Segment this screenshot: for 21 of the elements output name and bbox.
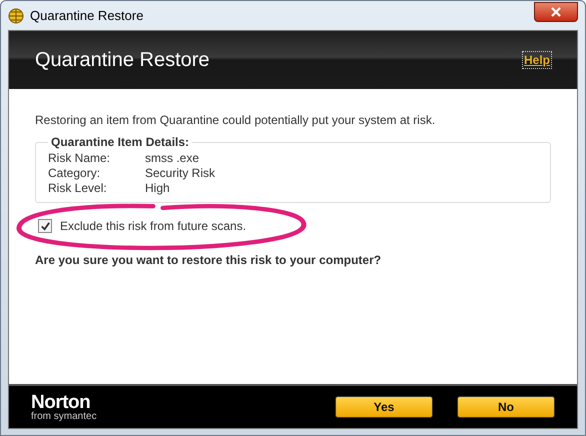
field-label: Risk Name: [48, 151, 112, 166]
field-value: smss .exe [145, 151, 200, 166]
field-value: High [145, 181, 170, 196]
close-icon [551, 6, 561, 16]
field-label: Category: [48, 166, 102, 181]
close-button[interactable] [534, 2, 578, 22]
warning-message: Restoring an item from Quarantine could potentially put your system at risk. [35, 113, 436, 127]
globe-icon [8, 8, 24, 24]
group-legend: Quarantine Item Details: [48, 135, 192, 149]
field-label: Risk Level: [48, 181, 108, 196]
window-title: Quarantine Restore [30, 8, 144, 23]
brand-subtitle: from symantec [31, 412, 97, 422]
dialog-button[interactable]: No [457, 396, 555, 418]
help-link[interactable]: Help [522, 52, 551, 68]
checkbox[interactable] [38, 219, 52, 233]
dialog-title: Quarantine Restore [35, 48, 210, 72]
confirm-question: Are you sure you want to restore this risk to your computer? [35, 253, 382, 267]
checkbox-label: Exclude this risk from future scans. [60, 219, 246, 233]
field-value: Security Risk [145, 166, 216, 181]
dialog-button[interactable]: Yes [335, 396, 433, 418]
brand-logo: Norton [31, 392, 92, 412]
